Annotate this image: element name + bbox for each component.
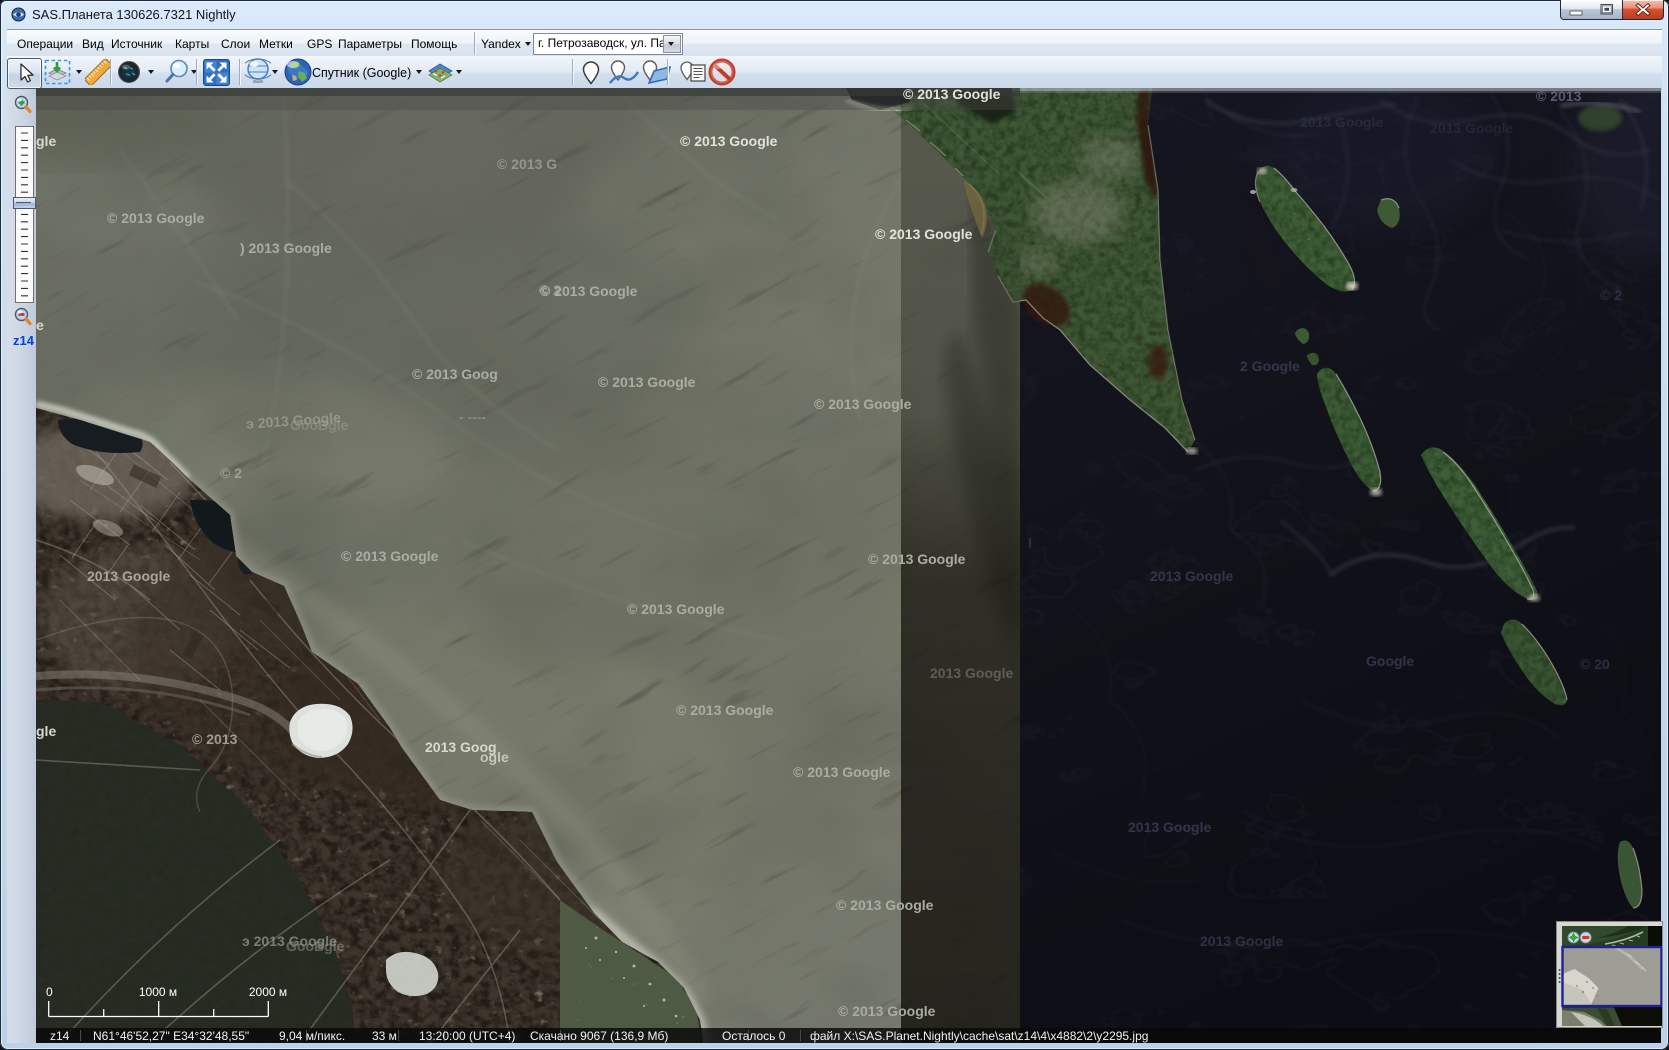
svg-text:gle: gle (36, 723, 56, 739)
svg-text:© 2: © 2 (220, 465, 242, 481)
svg-text:l: l (1028, 535, 1032, 551)
svg-text:© 2013 Google: © 2013 Google (107, 210, 205, 226)
svg-text:© 2013 G: © 2013 G (497, 156, 557, 172)
svg-text:© 2013 Google: © 2013 Google (814, 396, 912, 412)
svg-text:© 2013 Google: © 2013 Google (676, 702, 774, 718)
svg-text:2013 Google: 2013 Google (1300, 114, 1383, 130)
svg-text:2013 Google: 2013 Google (1150, 568, 1233, 584)
svg-text:© 2013 Google: © 2013 Google (903, 88, 1001, 102)
svg-text:© 2013 Google: © 2013 Google (836, 897, 934, 913)
svg-text:2 Google: 2 Google (1240, 358, 1300, 374)
svg-text:ogle: ogle (480, 749, 509, 765)
svg-text:Google: Google (1366, 653, 1414, 669)
svg-text:1000 м: 1000 м (139, 985, 177, 999)
svg-text:gle: gle (36, 133, 56, 149)
svg-text:2013 Google: 2013 Google (1128, 819, 1211, 835)
svg-text:2013 Google: 2013 Google (87, 568, 170, 584)
svg-text:) 2013 Google: ) 2013 Google (240, 240, 332, 256)
svg-text:2013 Google: 2013 Google (930, 665, 1013, 681)
svg-text:© 2: © 2 (1600, 287, 1622, 303)
svg-text:0: 0 (46, 985, 53, 999)
svg-text:© 2: © 2 (539, 282, 561, 298)
svg-text:© 2013 Google: © 2013 Google (627, 601, 725, 617)
svg-text:© 2013 Google: © 2013 Google (875, 226, 973, 242)
svg-text:© 2013 Google: © 2013 Google (793, 764, 891, 780)
svg-text:© 2013: © 2013 (1536, 88, 1582, 104)
svg-text:2013 Google: 2013 Google (1200, 933, 1283, 949)
svg-text:GooBgle: GooBgle (290, 417, 349, 433)
svg-text:© 2013 Google: © 2013 Google (598, 374, 696, 390)
svg-text:2000 м: 2000 м (249, 985, 287, 999)
svg-text:© 20: © 20 (1580, 656, 1610, 672)
svg-text:© 2013 Goog: © 2013 Goog (412, 366, 498, 382)
svg-text:© 2013 Google: © 2013 Google (868, 551, 966, 567)
svg-text:GooBgle: GooBgle (286, 938, 345, 954)
svg-text:2013 Google: 2013 Google (1430, 120, 1513, 136)
svg-text:- ----: - ---- (459, 409, 487, 425)
svg-text:e: e (36, 317, 44, 333)
svg-text:© 2013 Google: © 2013 Google (341, 548, 439, 564)
svg-text:© 2013 Google: © 2013 Google (680, 133, 778, 149)
svg-text:© 2013: © 2013 (192, 731, 238, 747)
svg-text:© 2013 Google: © 2013 Google (838, 1003, 936, 1019)
